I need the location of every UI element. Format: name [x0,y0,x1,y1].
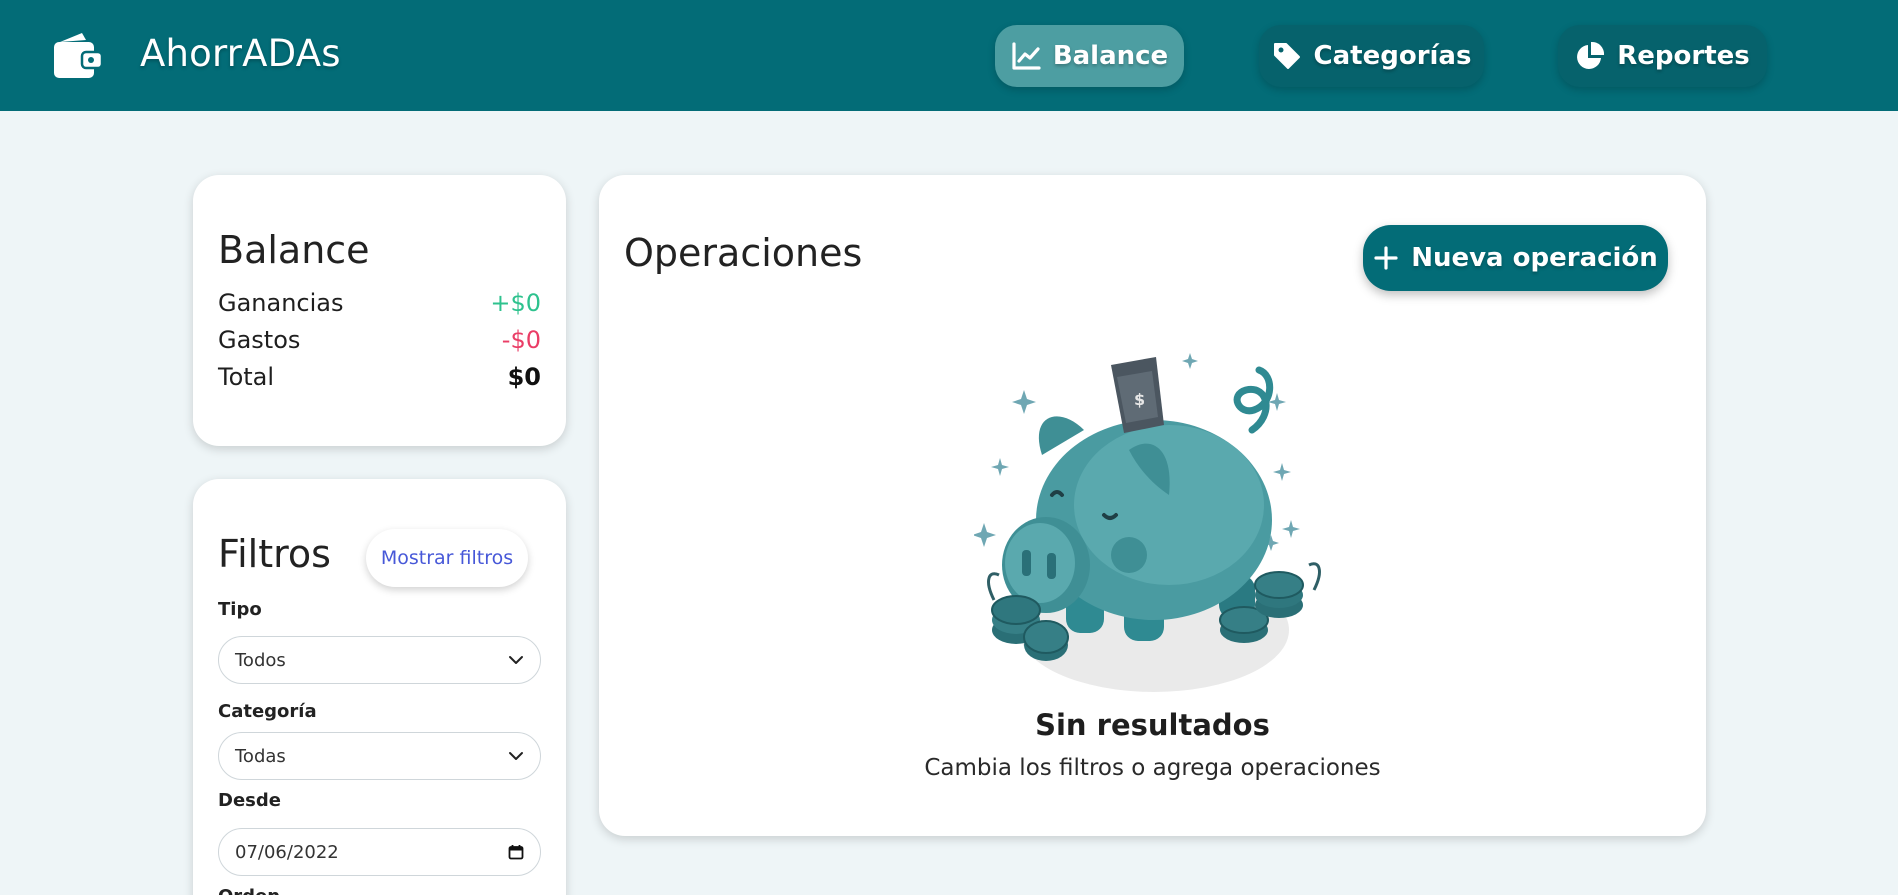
new-operation-button[interactable]: Nueva operación [1363,225,1668,291]
empty-state-title: Sin resultados [1035,708,1270,742]
plus-icon [1374,246,1398,270]
balance-title: Balance [218,228,370,272]
new-operation-label: Nueva operación [1411,243,1658,273]
pie-chart-icon [1577,41,1605,69]
chevron-down-icon [509,656,523,664]
total-value: $0 [507,363,541,391]
balance-row-ganancias: Ganancias +$0 [218,289,541,317]
desde-date-input[interactable]: 07/06/2022 [218,828,541,876]
tipo-select[interactable]: Todos [218,636,541,684]
chevron-down-icon [509,752,523,760]
nav-categorias[interactable]: Categorías [1259,25,1484,87]
orden-label: Orden [218,886,280,895]
wallet-icon [54,33,104,78]
desde-date-value: 07/06/2022 [235,841,339,863]
svg-text:$: $ [1134,390,1145,409]
tag-icon [1273,43,1300,69]
operations-card: Operaciones Nueva operación $ Sin result… [599,175,1706,836]
ganancias-label: Ganancias [218,289,344,317]
balance-row-gastos: Gastos -$0 [218,326,541,354]
categoria-label: Categoría [218,701,317,722]
top-navbar: AhorrADAs Balance Categorías Reportes [0,0,1898,111]
tipo-label: Tipo [218,599,262,620]
nav-reportes-label: Reportes [1617,41,1750,71]
piggy-bank-illustration: $ [974,353,1321,692]
operations-title: Operaciones [624,231,863,275]
desde-label: Desde [218,790,281,811]
total-label: Total [218,363,275,391]
filters-card: Filtros Mostrar filtros Tipo Todos Categ… [193,479,566,895]
gastos-value: -$0 [501,326,541,354]
gastos-label: Gastos [218,326,301,354]
categoria-select-value: Todas [235,745,286,767]
nav-balance-label: Balance [1052,41,1169,71]
balance-card: Balance Ganancias +$0 Gastos -$0 Total $… [193,175,566,446]
tipo-select-value: Todos [235,649,286,671]
nav-balance[interactable]: Balance [995,25,1184,87]
empty-state-subtitle: Cambia los filtros o agrega operaciones [924,755,1381,781]
show-filters-button[interactable]: Mostrar filtros [366,529,528,587]
ganancias-value: +$0 [490,289,541,317]
categoria-select[interactable]: Todas [218,732,541,780]
calendar-icon[interactable] [508,844,524,860]
chart-line-icon [1012,42,1041,70]
filters-title: Filtros [218,532,331,576]
app-title[interactable]: AhorrADAs [140,32,341,75]
balance-row-total: Total $0 [218,363,541,391]
nav-reportes[interactable]: Reportes [1558,25,1767,87]
nav-categorias-label: Categorías [1313,41,1472,71]
